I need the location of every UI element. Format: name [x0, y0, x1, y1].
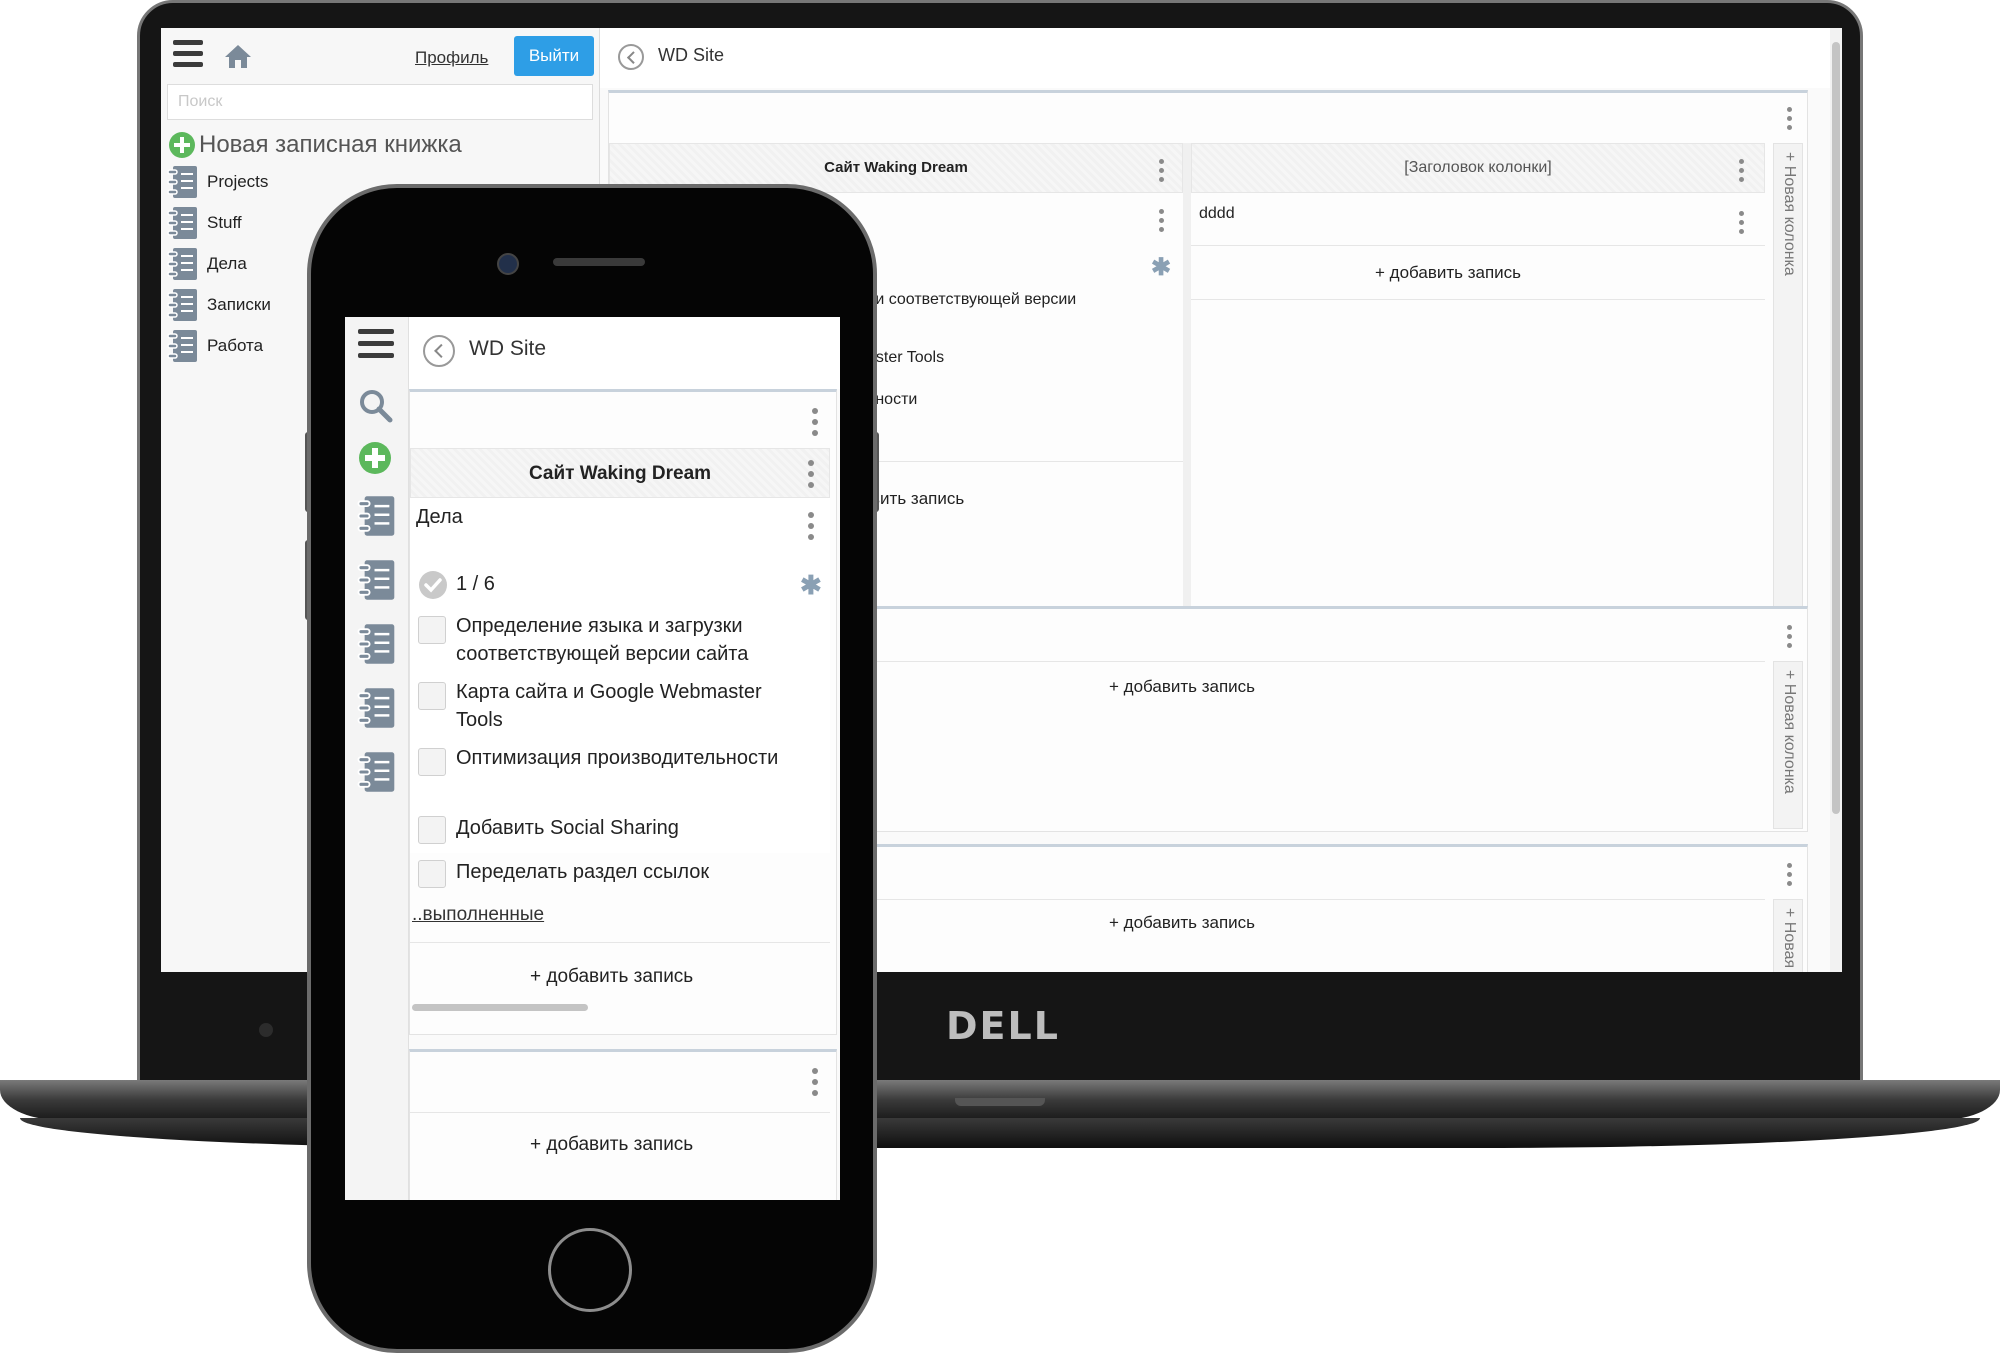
notebook-icon[interactable]: [357, 495, 397, 537]
notebook-icon: [167, 166, 197, 198]
board-section-1: Сайт Waking Dream Дела 1 / 6 ✱ Определен…: [409, 389, 837, 1035]
new-column-button[interactable]: + Новая колонка: [1773, 661, 1803, 829]
add-record-button[interactable]: + добавить запись: [530, 966, 693, 988]
card-menu-icon[interactable]: [808, 512, 814, 544]
task-text-partial: зки соответствующей версии: [861, 291, 1077, 308]
page-title: WD Site: [658, 45, 725, 65]
add-notebook-icon[interactable]: [169, 132, 195, 158]
column-title: [Заголовок колонки]: [1404, 159, 1552, 176]
mobile-sidebar: [345, 317, 409, 1200]
check-circle-icon: [419, 571, 447, 599]
add-record-button[interactable]: + добавить запись: [530, 1134, 693, 1156]
section-menu-icon[interactable]: [1787, 863, 1793, 890]
notebook-icon: [167, 330, 197, 362]
menu-icon[interactable]: [358, 329, 394, 364]
column-menu-icon[interactable]: [1159, 159, 1165, 186]
laptop-notch: [955, 1098, 1045, 1106]
search-icon[interactable]: [357, 387, 393, 423]
settings-asterisk-icon[interactable]: ✱: [800, 570, 822, 601]
page-title: WD Site: [469, 337, 547, 360]
notebook-label: Записки: [207, 295, 271, 314]
task-checkbox[interactable]: [418, 860, 446, 888]
task-label: Карта сайта и Google Webmaster Tools: [456, 681, 762, 731]
column-menu-icon[interactable]: [808, 460, 814, 492]
notebook-label: Дела: [207, 254, 247, 273]
task-label: Добавить Social Sharing: [456, 817, 679, 839]
add-notebook-icon[interactable]: [359, 442, 391, 474]
column-header-2[interactable]: [Заголовок колонки]: [1191, 143, 1765, 193]
mobile-topbar: WD Site: [409, 317, 840, 389]
logout-button[interactable]: Выйти: [514, 36, 594, 76]
new-column-button[interactable]: + Новая колонка: [1773, 143, 1803, 613]
notebook-icon[interactable]: [357, 687, 397, 729]
add-record-button[interactable]: + добавить запись: [1109, 913, 1255, 933]
card-menu-icon[interactable]: [1739, 211, 1745, 238]
column-header[interactable]: Сайт Waking Dream: [410, 448, 830, 498]
notebook-label: Projects: [207, 172, 269, 191]
phone-home-button[interactable]: [548, 1228, 632, 1312]
section-menu-icon[interactable]: [812, 1068, 818, 1100]
task-checkbox[interactable]: [418, 748, 446, 776]
notebook-icon[interactable]: [357, 751, 397, 793]
phone-speaker: [553, 258, 645, 266]
notebook-icon[interactable]: [357, 623, 397, 665]
laptop-sensor: [259, 1023, 273, 1037]
column-title: Сайт Waking Dream: [824, 159, 968, 176]
mobile-board: WD Site Сайт Waking Dream Дела 1 / 6 ✱ О…: [409, 317, 840, 1200]
add-record-button[interactable]: + добавить запись: [1375, 263, 1521, 283]
phone-camera: [497, 253, 519, 275]
home-icon[interactable]: [223, 42, 253, 70]
column-title: Сайт Waking Dream: [528, 463, 712, 484]
notebook-icon: [167, 248, 197, 280]
notebook-label: Stuff: [207, 213, 242, 232]
section-menu-icon[interactable]: [1787, 625, 1793, 652]
task-checkbox[interactable]: [418, 682, 446, 710]
add-record-button[interactable]: + добавить запись: [1109, 677, 1255, 697]
notebook-icon[interactable]: [357, 559, 397, 601]
new-column-button[interactable]: + Новая: [1773, 899, 1803, 972]
scrollbar-thumb[interactable]: [1832, 42, 1840, 814]
task-label: Переделать раздел ссылок: [456, 861, 710, 883]
desktop-topbar: WD Site: [600, 28, 1842, 88]
task-label: Оптимизация производительности: [456, 747, 779, 769]
progress-count: 1 / 6: [456, 573, 495, 595]
phone-screen: WD Site Сайт Waking Dream Дела 1 / 6 ✱ О…: [345, 317, 840, 1200]
search-input[interactable]: [167, 84, 593, 120]
task-checkbox[interactable]: [418, 616, 446, 644]
task-card: Дела 1 / 6 ✱ Определение языка и загрузк…: [410, 498, 830, 853]
back-icon[interactable]: [618, 44, 644, 70]
horizontal-scrollbar[interactable]: [412, 1004, 588, 1011]
board-section-2: + добавить запись: [409, 1049, 837, 1200]
column-menu-icon[interactable]: [1739, 159, 1745, 186]
section-menu-icon[interactable]: [812, 408, 818, 440]
completed-link[interactable]: ..выполненные: [412, 904, 544, 926]
task-checkbox[interactable]: [418, 816, 446, 844]
new-notebook-label[interactable]: Новая записная книжка: [199, 131, 462, 159]
task-text-partial: aster Tools: [867, 349, 945, 366]
notebook-icon: [167, 207, 197, 239]
card-title: dddd: [1199, 205, 1235, 222]
profile-link[interactable]: Профиль: [415, 48, 488, 68]
back-icon[interactable]: [423, 335, 455, 367]
dell-logo: DELL: [946, 1004, 1060, 1048]
card-menu-icon[interactable]: [1159, 209, 1165, 236]
add-record-partial[interactable]: вить запись: [871, 489, 964, 509]
notebook-icon: [167, 289, 197, 321]
menu-icon[interactable]: [173, 40, 203, 73]
task-label: Определение языка и загрузки соответству…: [456, 615, 749, 665]
section-menu-icon[interactable]: [1787, 107, 1793, 134]
card-title: Дела: [416, 506, 463, 528]
vertical-scrollbar[interactable]: [1830, 28, 1842, 972]
settings-asterisk-icon[interactable]: ✱: [1151, 253, 1171, 282]
notebook-label: Работа: [207, 336, 264, 355]
